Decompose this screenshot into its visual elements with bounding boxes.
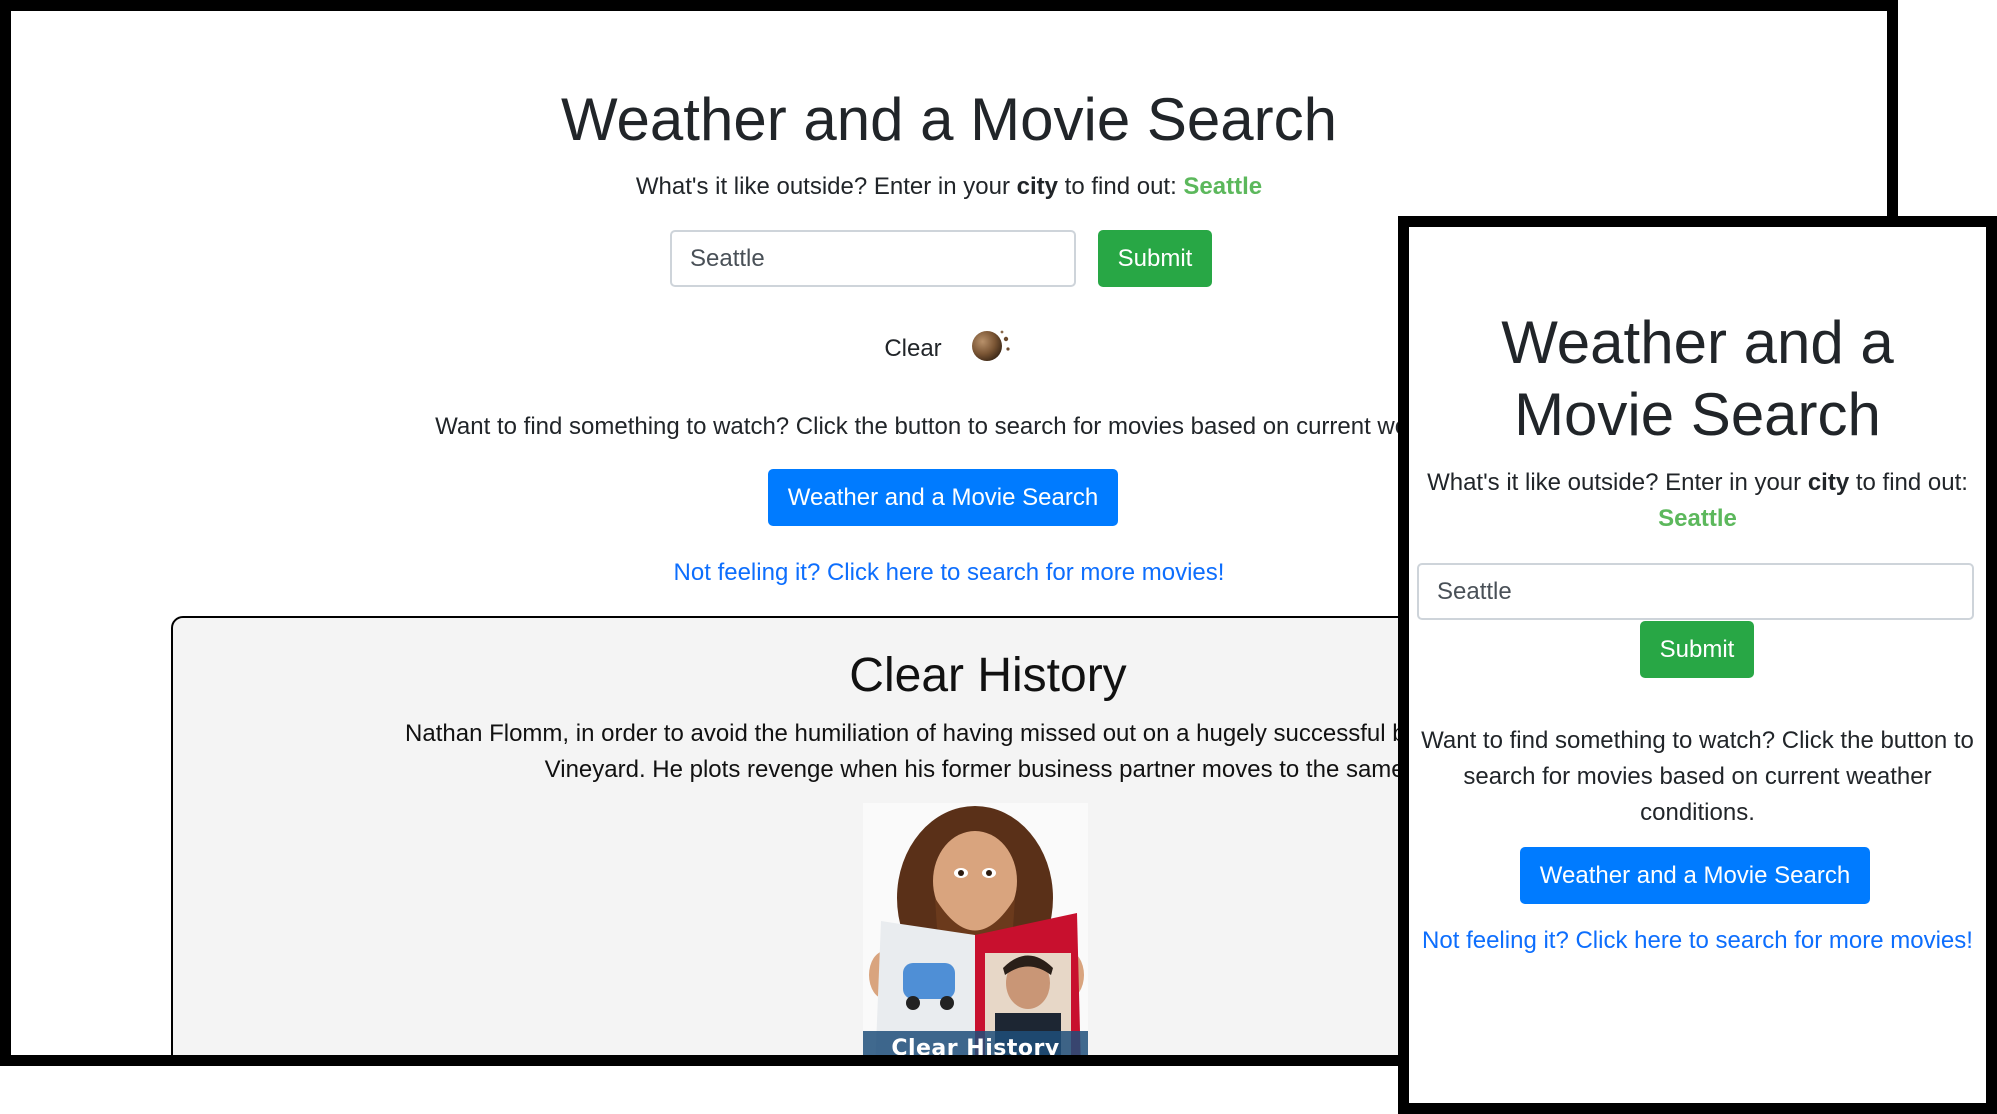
moon-icon: [970, 327, 1014, 370]
page-title-line: Weather and a: [1501, 309, 1894, 376]
city-prompt-suffix: to find out:: [1064, 173, 1177, 200]
current-city: Seattle: [1658, 505, 1737, 532]
city-prompt-prefix: What's it like outside? Enter in your: [635, 173, 1010, 200]
city-prompt-bold: city: [1807, 469, 1850, 496]
current-city: Seattle: [1183, 173, 1263, 200]
watch-prompt: Want to find something to watch? Click t…: [1421, 727, 1974, 826]
city-prompt-suffix: to find out:: [1855, 469, 1968, 496]
submit-button[interactable]: Submit: [1640, 621, 1754, 678]
city-prompt: What's it like outside? Enter in your ci…: [1417, 465, 1978, 537]
submit-button[interactable]: Submit: [1098, 230, 1212, 287]
city-input[interactable]: [1417, 563, 1974, 620]
city-prompt-bold: city: [1016, 173, 1058, 200]
more-movies-link[interactable]: Not feeling it? Click here to search for…: [1409, 927, 1986, 955]
weather-movie-search-button[interactable]: Weather and a Movie Search: [768, 469, 1118, 526]
poster-caption: Clear History: [891, 1036, 1060, 1061]
movie-poster: Clear History: [863, 803, 1088, 1061]
city-prompt: What's it like outside? Enter in your ci…: [11, 173, 1887, 201]
city-prompt-prefix: What's it like outside? Enter in your: [1427, 469, 1802, 496]
mobile-view: Weather and a Movie Search What's it lik…: [1398, 216, 1997, 1114]
weather-movie-search-button[interactable]: Weather and a Movie Search: [1520, 847, 1870, 904]
city-input[interactable]: [670, 230, 1076, 287]
page-title: Weather and a Movie Search: [561, 86, 1337, 153]
movie-result-card: Clear History Nathan Flomm, in order to …: [171, 616, 1571, 1061]
weather-condition: Clear: [884, 334, 942, 362]
page-title: Weather and a Movie Search: [1409, 307, 1986, 451]
page-title-line: Movie Search: [1514, 381, 1881, 448]
